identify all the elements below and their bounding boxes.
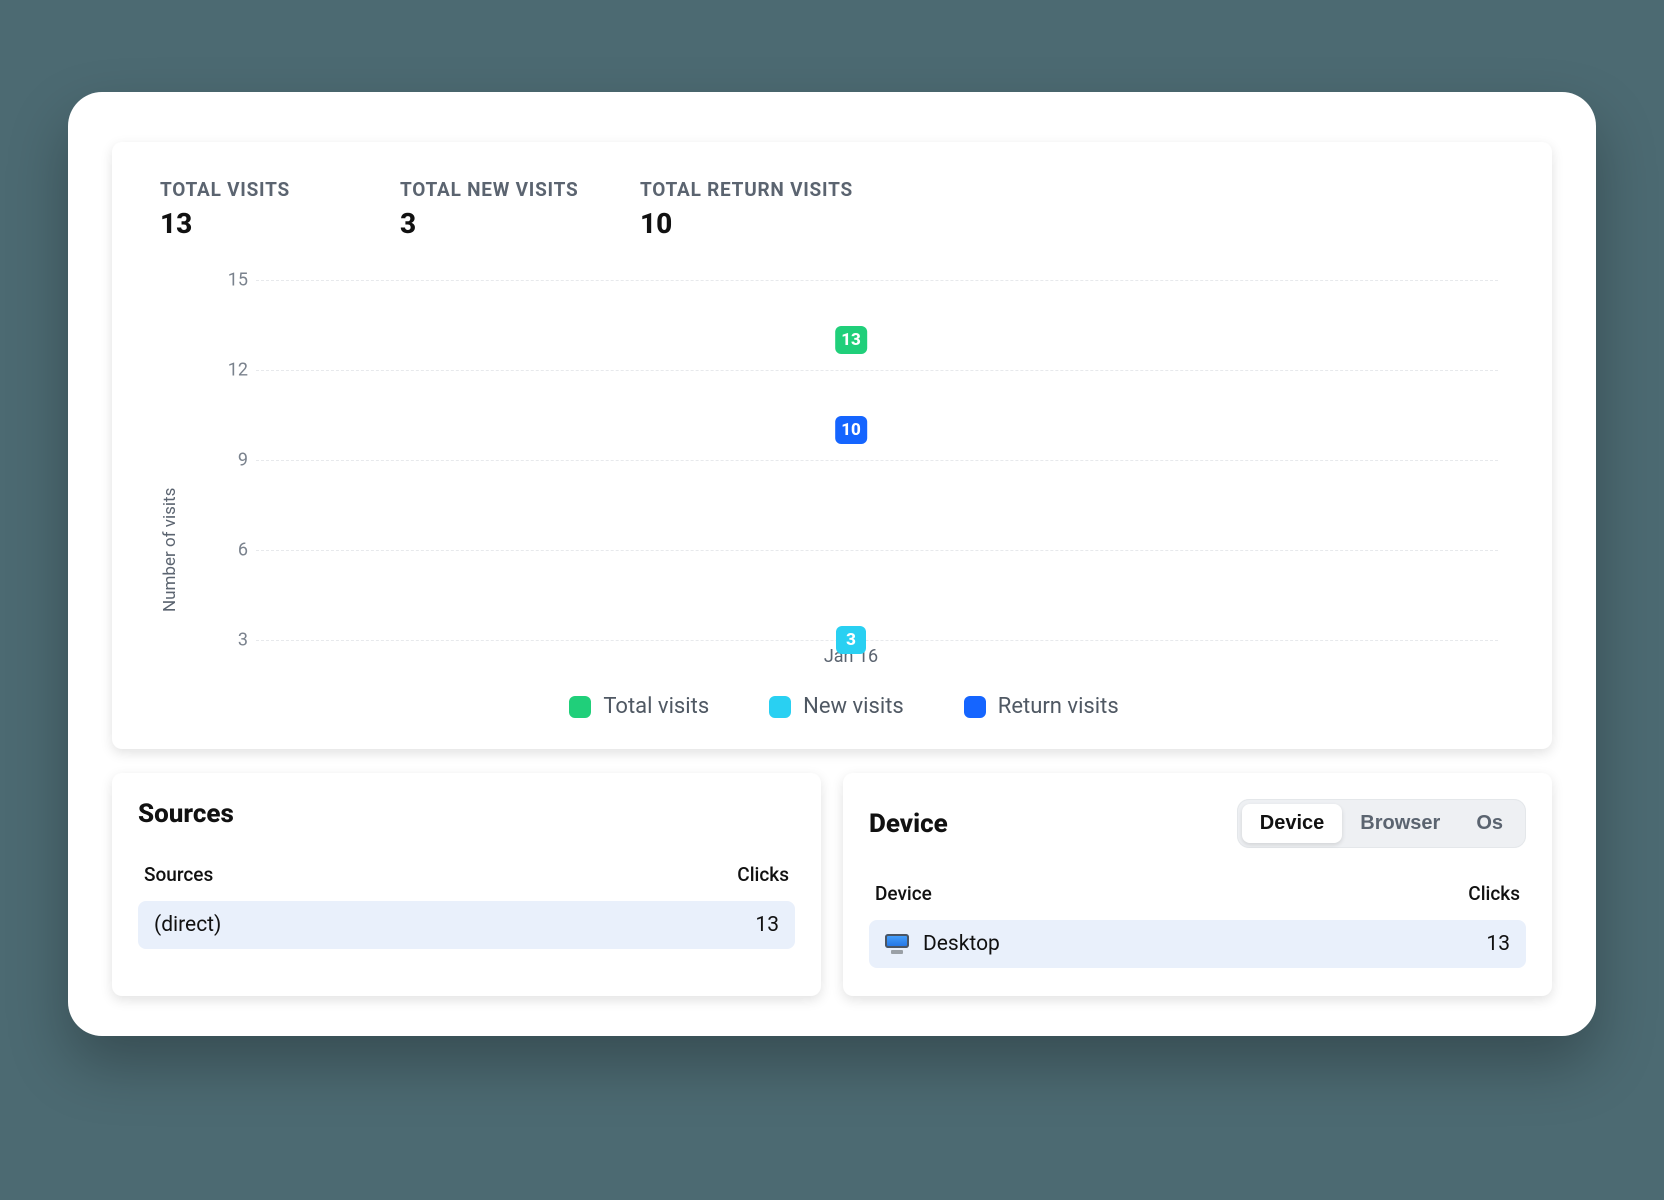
legend-item[interactable]: New visits	[769, 694, 904, 719]
stat-value: 13	[160, 207, 360, 240]
device-col-clicks: Clicks	[1468, 882, 1520, 905]
device-row-value: 13	[1486, 932, 1510, 956]
stat-row: TOTAL VISITS 13 TOTAL NEW VISITS 3 TOTAL…	[156, 178, 1508, 240]
device-col-device: Device	[875, 882, 932, 905]
stat-total-visits: TOTAL VISITS 13	[160, 178, 360, 240]
gridline	[256, 550, 1498, 551]
sources-title: Sources	[138, 799, 234, 829]
sources-row[interactable]: (direct) 13	[138, 901, 795, 949]
legend-swatch	[769, 696, 791, 718]
chart-plot[interactable]: 3691215Jan 1613310	[204, 280, 1498, 640]
device-card: Device DeviceBrowserOs Device Clicks Des…	[843, 773, 1552, 996]
legend-label: New visits	[803, 694, 904, 719]
y-tick: 15	[204, 270, 248, 291]
y-tick: 9	[204, 450, 248, 471]
gridline	[256, 370, 1498, 371]
legend-item[interactable]: Total visits	[569, 694, 709, 719]
stat-total-return-visits: TOTAL RETURN VISITS 10	[640, 178, 853, 240]
chart-area: Number of visits 3691215Jan 1613310 Tota…	[156, 280, 1508, 719]
gridline	[256, 280, 1498, 281]
lower-row: Sources Sources Clicks (direct) 13 Devic…	[112, 773, 1552, 996]
data-point[interactable]: 13	[835, 326, 867, 354]
data-point[interactable]: 10	[835, 416, 867, 444]
y-tick: 6	[204, 540, 248, 561]
device-title: Device	[869, 809, 948, 839]
stat-value: 10	[640, 207, 853, 240]
legend-label: Return visits	[998, 694, 1119, 719]
device-tab-device[interactable]: Device	[1242, 804, 1343, 843]
sources-row-value: 13	[755, 913, 779, 937]
stat-total-new-visits: TOTAL NEW VISITS 3	[400, 178, 600, 240]
sources-card: Sources Sources Clicks (direct) 13	[112, 773, 821, 996]
device-tab-browser[interactable]: Browser	[1342, 804, 1458, 843]
dashboard-frame: TOTAL VISITS 13 TOTAL NEW VISITS 3 TOTAL…	[68, 92, 1596, 1036]
stat-label: TOTAL VISITS	[160, 178, 360, 201]
device-tab-os[interactable]: Os	[1458, 804, 1521, 843]
device-row[interactable]: Desktop 13	[869, 920, 1526, 968]
legend-swatch	[964, 696, 986, 718]
y-tick: 3	[204, 630, 248, 651]
data-point[interactable]: 3	[836, 626, 866, 654]
y-tick: 12	[204, 360, 248, 381]
legend-label: Total visits	[603, 694, 709, 719]
chart-body: 3691215Jan 1613310 Total visitsNew visit…	[180, 280, 1508, 719]
sources-col-sources: Sources	[144, 863, 213, 886]
gridline	[256, 460, 1498, 461]
monitor-icon	[885, 934, 909, 954]
stat-value: 3	[400, 207, 600, 240]
sources-col-clicks: Clicks	[737, 863, 789, 886]
stat-label: TOTAL RETURN VISITS	[640, 178, 853, 201]
stat-label: TOTAL NEW VISITS	[400, 178, 600, 201]
legend-item[interactable]: Return visits	[964, 694, 1119, 719]
legend-swatch	[569, 696, 591, 718]
visits-card: TOTAL VISITS 13 TOTAL NEW VISITS 3 TOTAL…	[112, 142, 1552, 749]
sources-row-label: (direct)	[154, 913, 221, 937]
y-axis-label: Number of visits	[156, 280, 180, 719]
device-tabs: DeviceBrowserOs	[1237, 799, 1526, 848]
gridline	[256, 640, 1498, 641]
device-row-label: Desktop	[923, 932, 1000, 956]
chart-legend: Total visits New visits Return visits	[180, 694, 1508, 719]
